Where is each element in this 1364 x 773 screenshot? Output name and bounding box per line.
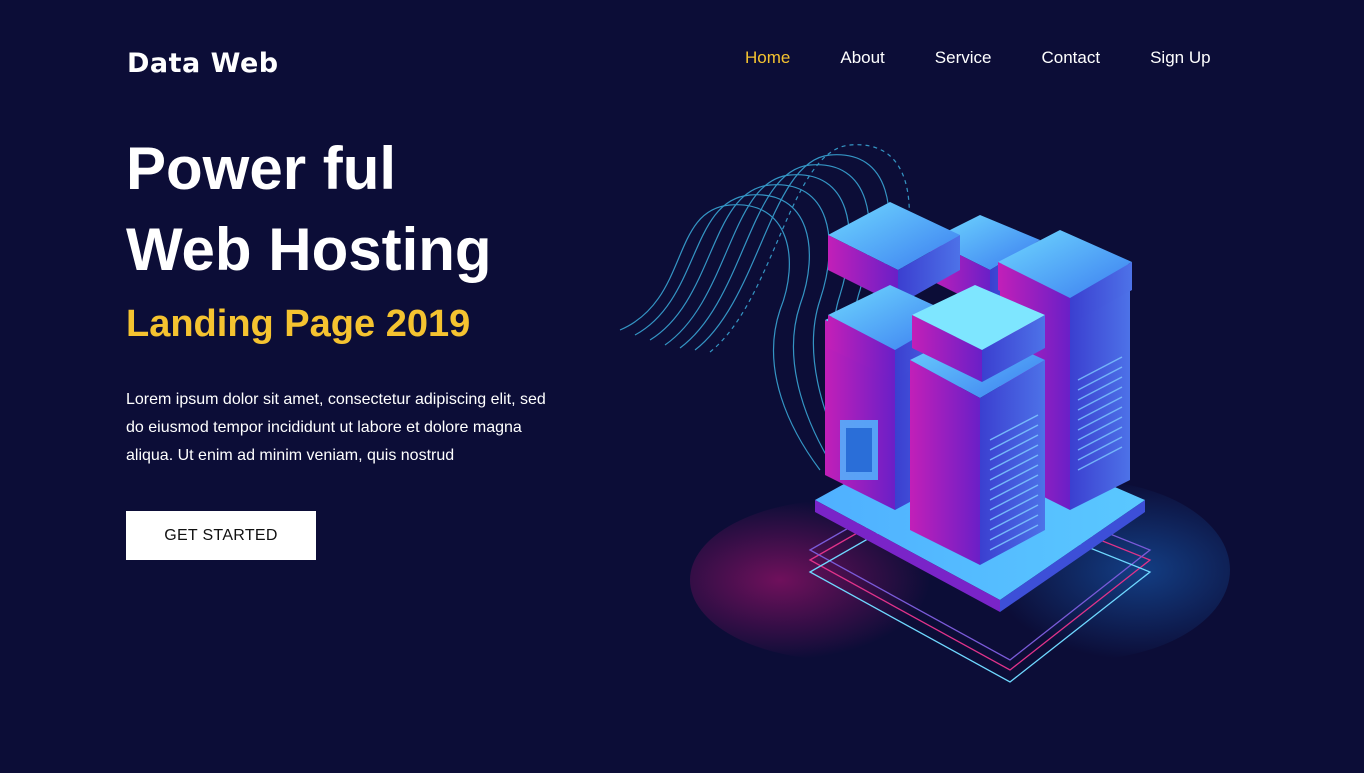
nav-about-link[interactable]: About (840, 48, 884, 68)
main-nav: Home About Service Contact Sign Up (745, 48, 1211, 68)
hero-subtitle: Landing Page 2019 (126, 303, 471, 345)
server-rack-illustration-icon (619, 144, 1230, 683)
hero-title-line-1: Power ful (126, 135, 397, 202)
hero-description: Lorem ipsum dolor sit amet, consectetur … (126, 391, 546, 464)
nav-home-link[interactable]: Home (745, 48, 790, 68)
nav-contact-link[interactable]: Contact (1041, 48, 1100, 68)
hero-title-line-2: Web Hosting (126, 216, 492, 283)
hero-title: Power ful Web Hosting (126, 128, 492, 290)
nav-signup-link[interactable]: Sign Up (1150, 48, 1210, 68)
nav-service-link[interactable]: Service (935, 48, 992, 68)
brand-logo[interactable]: Data Web (127, 48, 279, 79)
get-started-button[interactable]: GET STARTED (126, 511, 316, 560)
